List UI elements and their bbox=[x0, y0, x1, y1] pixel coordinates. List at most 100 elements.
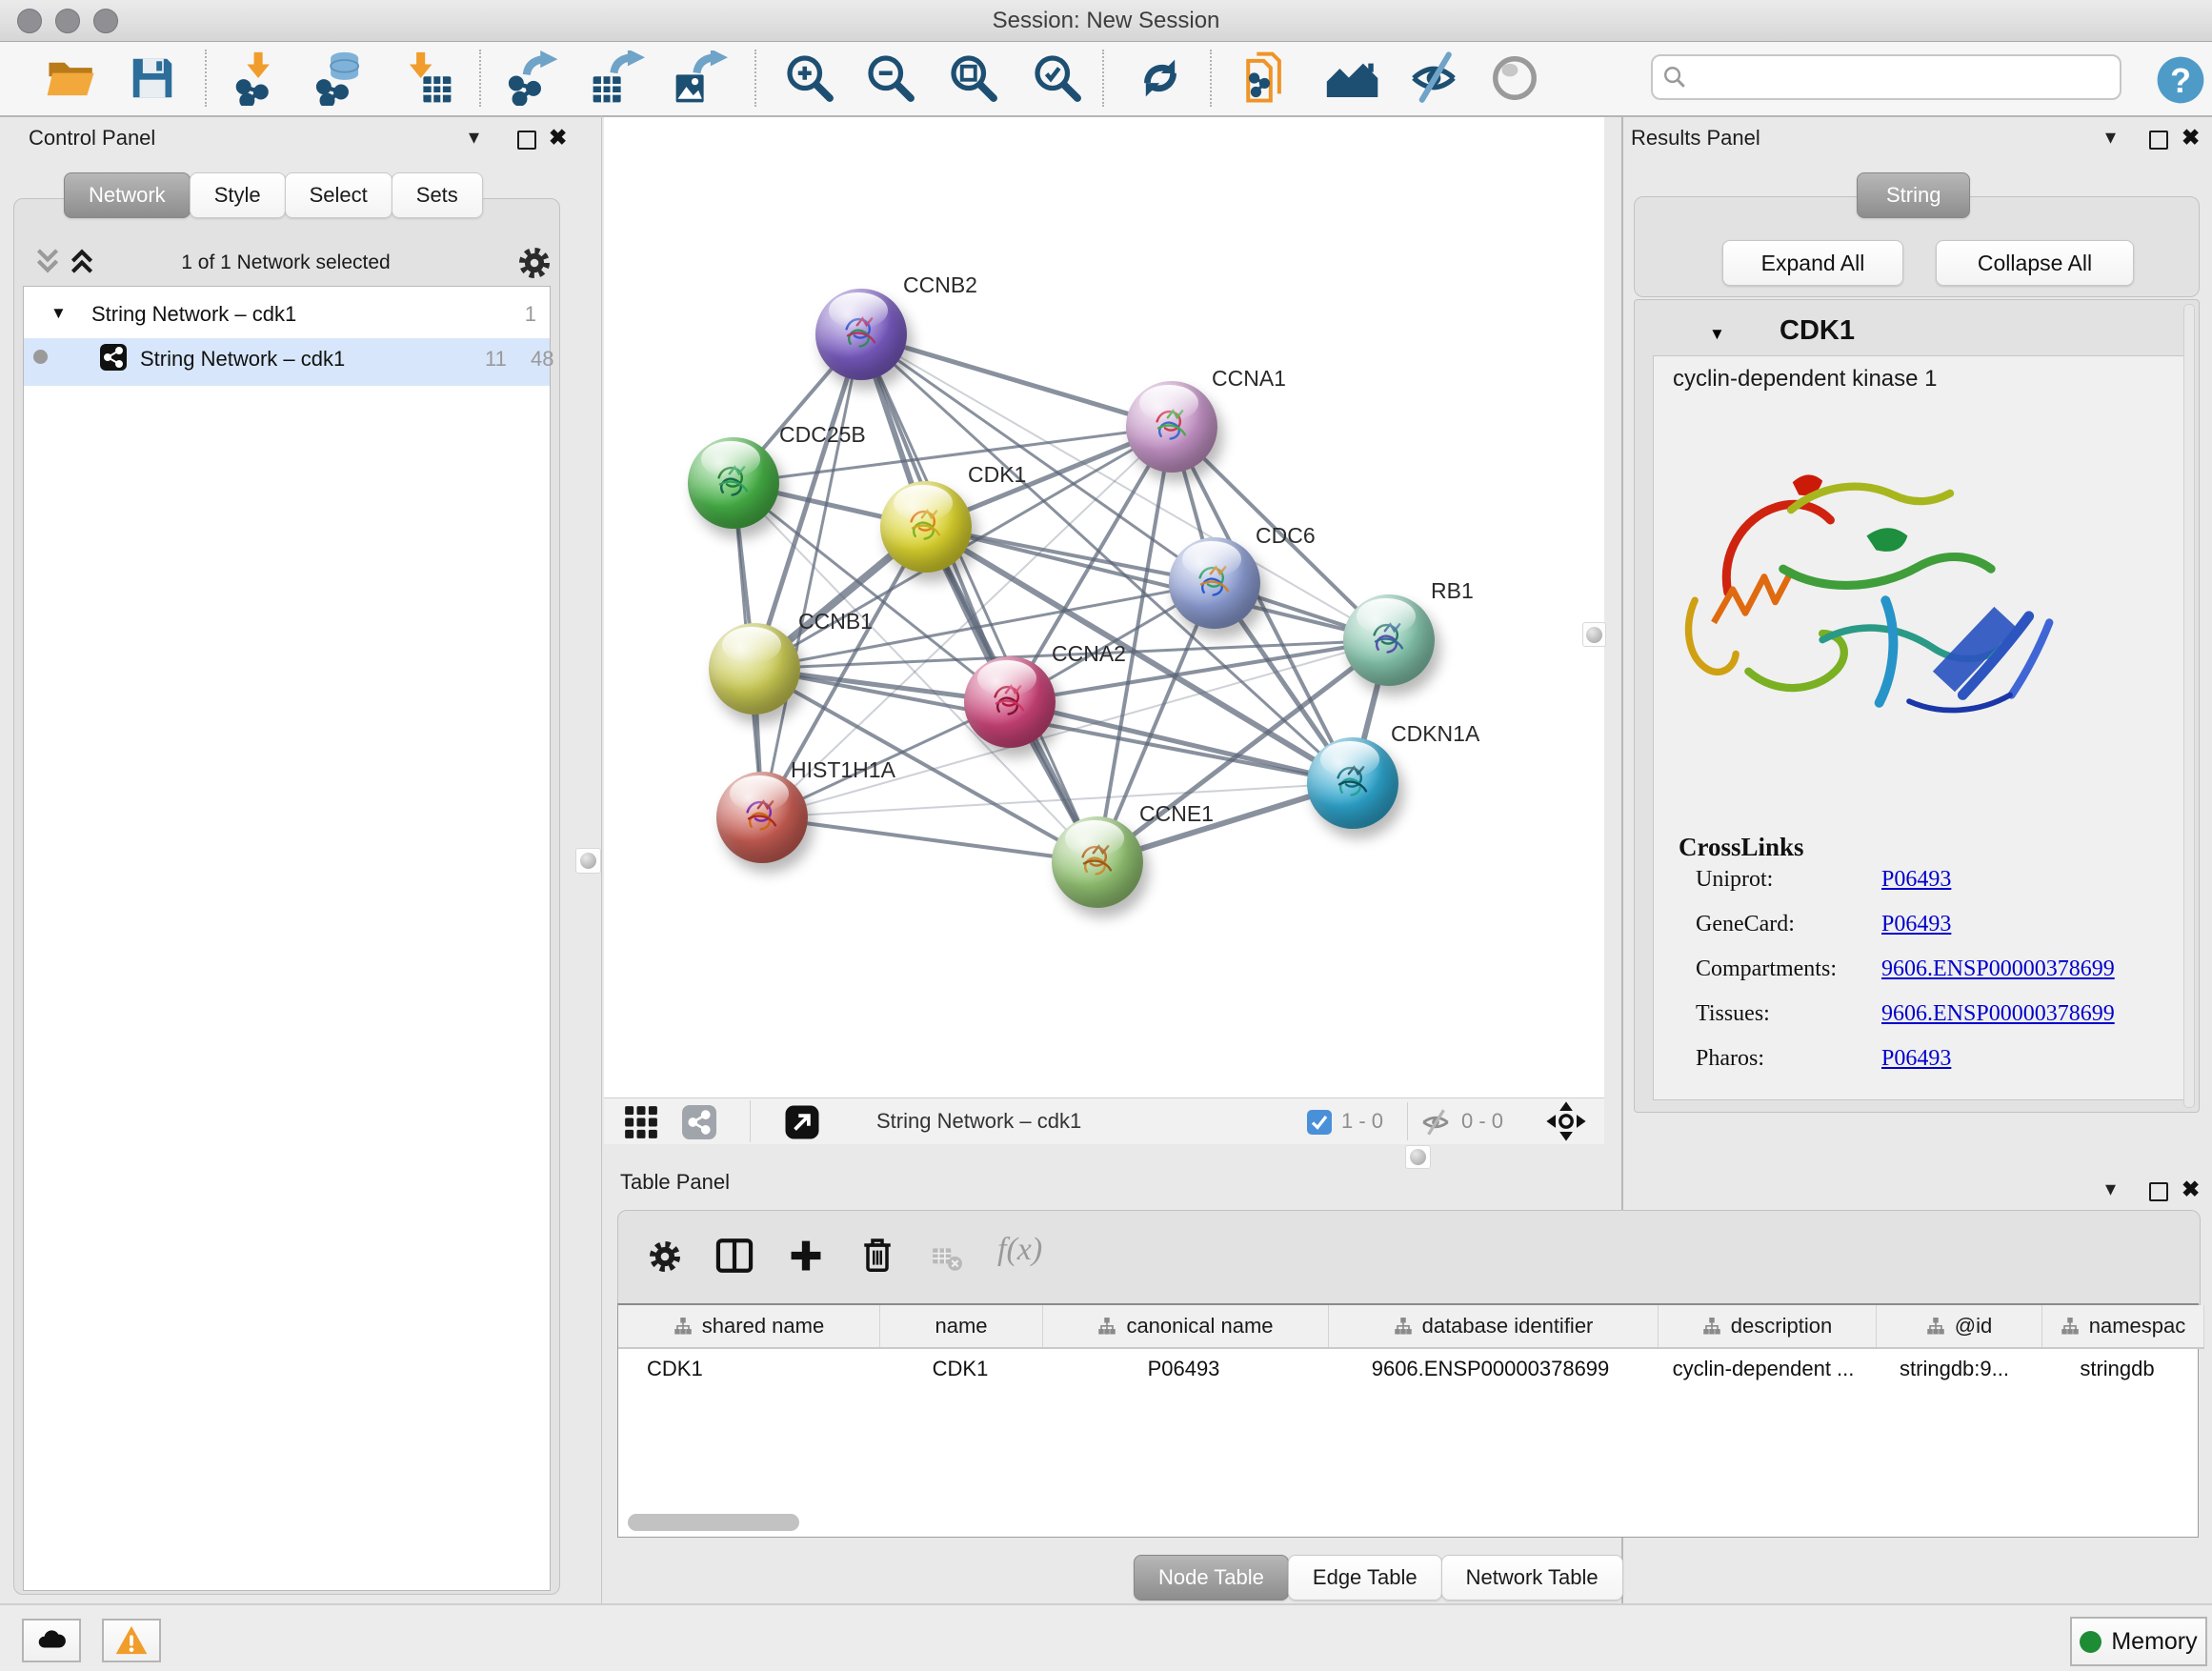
results-panel-close-icon[interactable]: ✖ bbox=[2182, 128, 2200, 147]
import-network-icon[interactable] bbox=[229, 48, 290, 109]
network-tree-item-row[interactable]: String Network – cdk1 11 48 bbox=[24, 338, 550, 386]
node-CDC6[interactable] bbox=[1169, 537, 1260, 629]
left-splitter-handle[interactable] bbox=[575, 848, 601, 874]
table-cell[interactable]: 9606.ENSP00000378699 bbox=[1326, 1349, 1655, 1389]
table-panel-close-icon[interactable]: ✖ bbox=[2182, 1179, 2200, 1198]
edge-CCNB2-CCNE1[interactable] bbox=[861, 334, 1097, 862]
tab-network[interactable]: Network bbox=[64, 172, 191, 218]
node-CDKN1A[interactable] bbox=[1307, 737, 1398, 829]
tab-sets[interactable]: Sets bbox=[392, 172, 483, 218]
table-cell[interactable]: cyclin-dependent ... bbox=[1655, 1349, 1872, 1389]
crosslink-link[interactable]: 9606.ENSP00000378699 bbox=[1881, 1001, 2115, 1026]
column-header-shared-name[interactable]: shared name bbox=[618, 1305, 880, 1347]
crosslink-link[interactable]: P06493 bbox=[1881, 1046, 1951, 1071]
export-network-icon[interactable] bbox=[503, 48, 564, 109]
clone-network-icon[interactable] bbox=[1238, 48, 1299, 109]
table-panel-collapse-icon[interactable]: ▾ bbox=[2105, 1179, 2116, 1198]
zoom-in-icon[interactable] bbox=[779, 48, 840, 109]
node-CCNB2[interactable] bbox=[815, 289, 907, 380]
save-session-icon[interactable] bbox=[122, 48, 183, 109]
zoom-fit-icon[interactable] bbox=[943, 48, 1004, 109]
column-header-namespac[interactable]: namespac bbox=[2042, 1305, 2204, 1347]
collapse-all-button[interactable]: Collapse All bbox=[1936, 240, 2134, 286]
network-canvas[interactable]: CCNB2CCNA1CDC25BCDK1CDC6RB1CCNB1CCNA2CDK… bbox=[604, 117, 1604, 1097]
table-cell[interactable]: P06493 bbox=[1041, 1349, 1326, 1389]
show-all-eye-icon[interactable] bbox=[1484, 48, 1545, 109]
edge-CCNB2-HIST1H1A[interactable] bbox=[762, 334, 861, 817]
node-CCNB1[interactable] bbox=[709, 623, 800, 715]
table-row[interactable]: CDK1CDK1P064939606.ENSP00000378699cyclin… bbox=[618, 1349, 2198, 1389]
crosslink-link[interactable]: P06493 bbox=[1881, 912, 1951, 936]
add-column-icon[interactable] bbox=[788, 1238, 824, 1278]
tab-edge-table[interactable]: Edge Table bbox=[1288, 1555, 1442, 1601]
zoom-out-icon[interactable] bbox=[860, 48, 921, 109]
column-header--id[interactable]: @id bbox=[1877, 1305, 2042, 1347]
control-panel-float-icon[interactable] bbox=[517, 131, 536, 150]
open-in-window-icon[interactable] bbox=[783, 1103, 821, 1146]
network-options-gear-icon[interactable] bbox=[516, 245, 553, 286]
export-table-icon[interactable] bbox=[587, 48, 648, 109]
edge-CCNB2-CCNA1[interactable] bbox=[861, 334, 1172, 427]
import-database-icon[interactable] bbox=[311, 48, 372, 109]
results-panel-collapse-icon[interactable]: ▾ bbox=[2105, 128, 2116, 147]
network-tree-root-row[interactable]: ▼ String Network – cdk1 1 bbox=[24, 296, 550, 338]
node-CCNA1[interactable] bbox=[1126, 381, 1217, 473]
refresh-icon[interactable] bbox=[1130, 48, 1191, 109]
table-horizontal-scrollbar[interactable] bbox=[628, 1514, 799, 1531]
tab-style[interactable]: Style bbox=[190, 172, 286, 218]
tab-select[interactable]: Select bbox=[285, 172, 392, 218]
tab-node-table[interactable]: Node Table bbox=[1134, 1555, 1289, 1601]
horizontal-splitter-handle[interactable] bbox=[1405, 1145, 1431, 1169]
crosslink-link[interactable]: 9606.ENSP00000378699 bbox=[1881, 956, 2115, 981]
crosslink-link[interactable]: P06493 bbox=[1881, 867, 1951, 892]
warnings-button[interactable] bbox=[102, 1619, 161, 1662]
column-header-description[interactable]: description bbox=[1659, 1305, 1877, 1347]
control-panel-collapse-icon[interactable]: ▾ bbox=[469, 128, 479, 147]
birds-eye-view-icon[interactable] bbox=[1545, 1100, 1587, 1147]
table-cell[interactable]: CDK1 bbox=[618, 1349, 879, 1389]
home-icon[interactable] bbox=[1322, 48, 1383, 109]
selected-checkbox-icon[interactable] bbox=[1307, 1110, 1332, 1139]
expand-all-button[interactable]: Expand All bbox=[1722, 240, 1903, 286]
hide-selected-eye-icon[interactable] bbox=[1403, 48, 1464, 109]
column-header-name[interactable]: name bbox=[880, 1305, 1043, 1347]
edge-CCNA2-CDKN1A[interactable] bbox=[1010, 702, 1353, 783]
node-CCNA2[interactable] bbox=[964, 656, 1056, 748]
column-header-database-identifier[interactable]: database identifier bbox=[1329, 1305, 1659, 1347]
function-builder-icon: f(x) bbox=[997, 1232, 1042, 1268]
export-image-icon[interactable] bbox=[670, 48, 731, 109]
tree-expander-icon[interactable]: ▼ bbox=[50, 304, 67, 323]
network-share-view-icon[interactable] bbox=[682, 1105, 716, 1144]
show-columns-icon[interactable] bbox=[714, 1236, 754, 1280]
table-cell[interactable]: CDK1 bbox=[879, 1349, 1041, 1389]
node-CCNE1[interactable] bbox=[1052, 816, 1143, 908]
node-HIST1H1A[interactable] bbox=[716, 772, 808, 863]
grid-view-icon[interactable] bbox=[624, 1105, 658, 1144]
help-icon[interactable]: ? bbox=[2150, 50, 2211, 111]
import-table-icon[interactable] bbox=[396, 48, 457, 109]
results-panel-float-icon[interactable] bbox=[2149, 131, 2168, 150]
table-cell[interactable]: stringdb:9... bbox=[1872, 1349, 2037, 1389]
node-CDC25B[interactable] bbox=[688, 437, 779, 529]
table-cell[interactable]: stringdb bbox=[2037, 1349, 2198, 1389]
node-CDK1[interactable] bbox=[880, 481, 972, 573]
cloud-status-button[interactable] bbox=[22, 1619, 81, 1662]
search-input[interactable] bbox=[1695, 60, 2108, 92]
column-header-canonical-name[interactable]: canonical name bbox=[1043, 1305, 1329, 1347]
gene-section-expander-icon[interactable]: ▼ bbox=[1709, 325, 1725, 344]
zoom-selected-icon[interactable] bbox=[1027, 48, 1088, 109]
expand-all-networks-icon[interactable] bbox=[67, 246, 97, 281]
collapse-all-networks-icon[interactable] bbox=[32, 246, 63, 281]
memory-button[interactable]: Memory bbox=[2070, 1617, 2207, 1666]
results-scrollbar[interactable] bbox=[2183, 304, 2195, 1108]
node-RB1[interactable] bbox=[1343, 594, 1435, 686]
hidden-eye-slash-icon[interactable] bbox=[1419, 1106, 1452, 1143]
delete-column-icon[interactable] bbox=[858, 1236, 896, 1278]
tab-network-table[interactable]: Network Table bbox=[1441, 1555, 1623, 1601]
edge-HIST1H1A-CCNE1[interactable] bbox=[762, 817, 1097, 862]
table-panel-float-icon[interactable] bbox=[2149, 1182, 2168, 1201]
table-settings-gear-icon[interactable] bbox=[647, 1238, 683, 1279]
open-file-icon[interactable] bbox=[41, 48, 102, 109]
tab-string[interactable]: String bbox=[1857, 172, 1970, 218]
control-panel-close-icon[interactable]: ✖ bbox=[549, 128, 567, 147]
